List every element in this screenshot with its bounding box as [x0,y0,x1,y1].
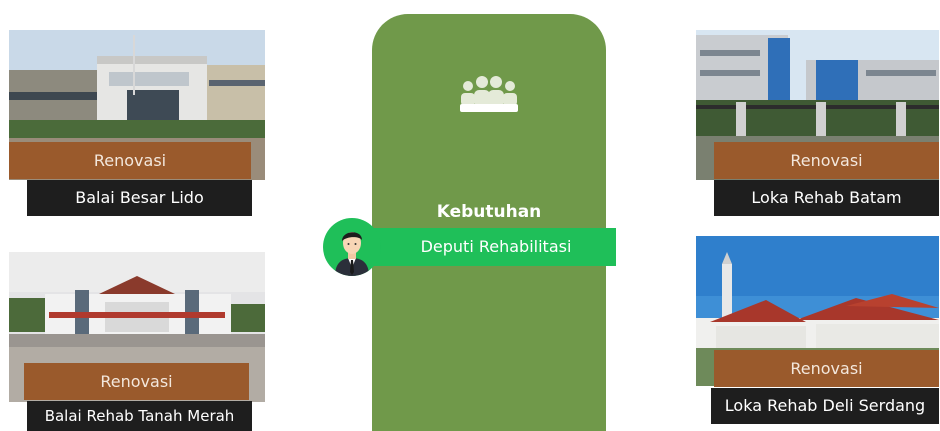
deputi-rehabilitasi-bar: Deputi Rehabilitasi [352,228,616,266]
renovasi-label: Renovasi [714,142,939,179]
facility-name-label: Balai Besar Lido [27,180,252,216]
renovasi-label: Renovasi [24,363,249,400]
hub-title: Kebutuhan [436,202,542,222]
businessman-avatar-icon [323,218,381,276]
facility-name-label: Loka Rehab Batam [714,180,939,216]
renovasi-label: Renovasi [9,142,251,179]
facility-name-label: Loka Rehab Deli Serdang [711,388,939,424]
facility-name-label: Balai Rehab Tanah Merah [27,401,252,431]
renovasi-label: Renovasi [714,350,939,387]
people-group-icon [460,76,518,112]
